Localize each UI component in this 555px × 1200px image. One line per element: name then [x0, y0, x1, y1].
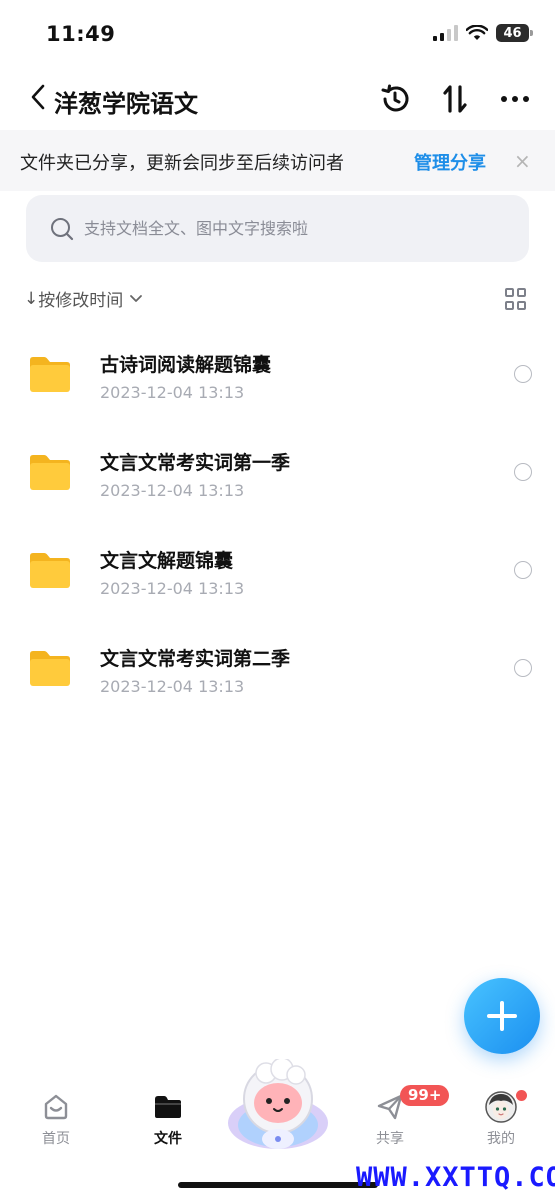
avatar [485, 1091, 517, 1123]
select-checkbox[interactable] [514, 561, 532, 579]
file-list: 古诗词阅读解题锦囊 2023-12-04 13:13 文言文常考实词第一季 20… [0, 324, 555, 716]
signal-icon [433, 25, 458, 41]
home-indicator [178, 1182, 378, 1188]
sort-arrows-icon [443, 85, 467, 113]
plus-icon [487, 1001, 517, 1031]
file-modified: 2023-12-04 13:13 [100, 579, 245, 598]
nav-bar: 洋葱学院语文 [0, 72, 555, 126]
tab-files-label: 文件 [154, 1131, 182, 1147]
file-modified: 2023-12-04 13:13 [100, 481, 245, 500]
close-icon[interactable]: × [514, 149, 531, 173]
tab-bar: 首页 文件 共享 99+ 我的 [0, 1059, 555, 1165]
tab-home-label: 首页 [42, 1131, 70, 1147]
wifi-icon [466, 25, 488, 40]
share-banner: 文件夹已分享，更新会同步至后续访问者 管理分享 × [0, 130, 555, 191]
manage-share-link[interactable]: 管理分享 [414, 149, 486, 175]
battery-icon: 46 [496, 24, 533, 42]
select-checkbox[interactable] [514, 365, 532, 383]
tab-mine[interactable]: 我的 [461, 1090, 541, 1148]
tab-files[interactable]: 文件 [128, 1090, 208, 1148]
status-bar: 11:49 46 [0, 0, 555, 68]
status-time: 11:49 [46, 22, 116, 46]
file-name: 古诗词阅读解题锦囊 [100, 354, 272, 376]
file-name: 文言文解题锦囊 [100, 550, 234, 572]
list-item[interactable]: 文言文常考实词第二季 2023-12-04 13:13 [0, 618, 555, 716]
home-icon [44, 1094, 68, 1120]
list-item[interactable]: 文言文常考实词第一季 2023-12-04 13:13 [0, 422, 555, 520]
folder-icon [30, 357, 70, 392]
notification-badge: 99+ [400, 1085, 450, 1106]
more-icon [501, 96, 529, 102]
history-button[interactable] [376, 80, 414, 118]
select-checkbox[interactable] [514, 659, 532, 677]
folder-icon [30, 553, 70, 588]
folder-icon [30, 651, 70, 686]
page-title: 洋葱学院语文 [54, 90, 198, 118]
list-item[interactable]: 古诗词阅读解题锦囊 2023-12-04 13:13 [0, 324, 555, 422]
folder-icon [30, 455, 70, 490]
more-button[interactable] [496, 80, 534, 118]
mascot-icon[interactable] [224, 1059, 332, 1155]
history-icon [381, 84, 409, 112]
search-input[interactable] [84, 195, 504, 262]
watermark: WWW.XXTTQ.COM [356, 1162, 555, 1193]
tab-mine-label: 我的 [487, 1131, 515, 1147]
search-bar[interactable] [26, 195, 529, 262]
chevron-down-icon [130, 294, 143, 302]
share-banner-message: 文件夹已分享，更新会同步至后续访问者 [20, 153, 344, 174]
chevron-left-icon [31, 84, 45, 110]
file-modified: 2023-12-04 13:13 [100, 383, 245, 402]
sort-label: 按修改时间 [38, 291, 124, 311]
list-item[interactable]: 文言文解题锦囊 2023-12-04 13:13 [0, 520, 555, 618]
folder-tab-icon [155, 1096, 181, 1118]
tab-share-label: 共享 [376, 1131, 404, 1147]
search-icon [51, 218, 74, 241]
status-icons: 46 [433, 24, 533, 42]
back-button[interactable] [28, 82, 54, 116]
notification-dot [516, 1090, 527, 1101]
sort-order-button[interactable] [436, 80, 474, 118]
file-name: 文言文常考实词第一季 [100, 452, 291, 474]
sort-selector[interactable]: ↓ 按修改时间 [24, 286, 144, 311]
tab-home[interactable]: 首页 [16, 1090, 96, 1148]
grid-view-icon[interactable] [505, 288, 527, 310]
add-button[interactable] [464, 978, 540, 1054]
file-modified: 2023-12-04 13:13 [100, 677, 245, 696]
sort-arrow: ↓ [24, 288, 39, 309]
file-name: 文言文常考实词第二季 [100, 648, 291, 670]
select-checkbox[interactable] [514, 463, 532, 481]
